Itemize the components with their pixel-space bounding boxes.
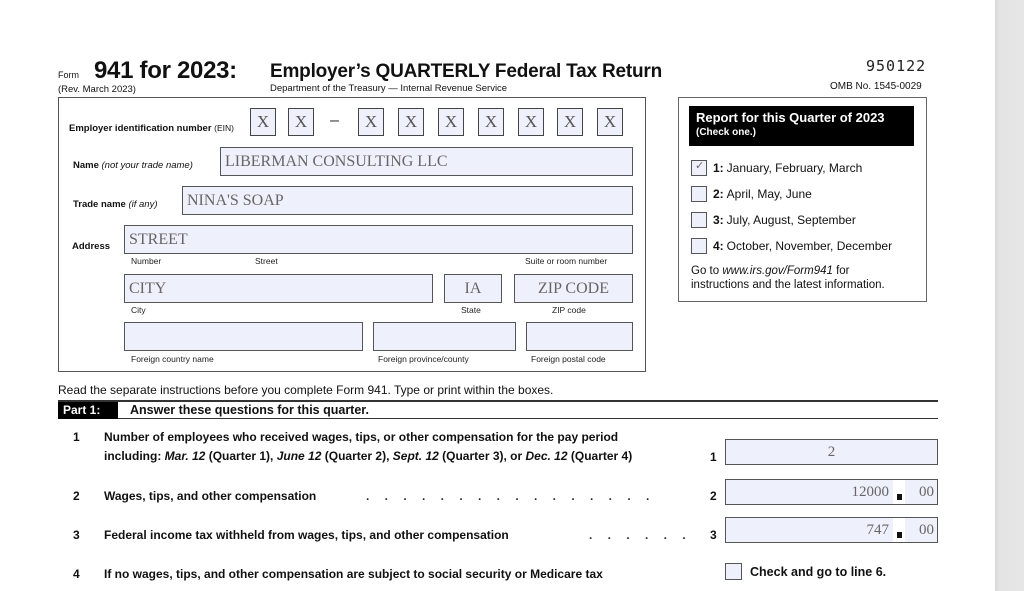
line-3-number: 3: [73, 528, 80, 542]
irs-link[interactable]: www.irs.gov/Form941: [722, 265, 833, 277]
foreign-province-sublabel: Foreign province/county: [378, 354, 469, 364]
line-3-withholding-field[interactable]: 747 00: [725, 517, 938, 543]
line-1-value: 2: [827, 444, 836, 460]
line-4-check[interactable]: Check and go to line 6.: [725, 563, 886, 580]
quarter-subtitle: (Check one.): [696, 127, 757, 138]
viewer-side-panel: [995, 0, 1024, 591]
quarter-box: Report for this Quarter of 2023 (Check o…: [678, 97, 927, 302]
quarter-option-4[interactable]: 4: October, November, December: [691, 238, 892, 254]
form-page: Form 941 for 2023: Employer’s QUARTERLY …: [0, 0, 995, 591]
line-2-dollars: 12000: [851, 484, 890, 500]
quarter-note: Go to www.irs.gov/Form941 for instructio…: [691, 265, 885, 291]
revision-date: (Rev. March 2023): [58, 84, 136, 95]
line-2-cents: 00: [919, 484, 934, 500]
quarter-header: Report for this Quarter of 2023 (Check o…: [689, 106, 914, 146]
line-4-text: If no wages, tips, and other compensatio…: [104, 567, 603, 581]
form-title: Employer’s QUARTERLY Federal Tax Return: [270, 61, 663, 82]
state-sublabel: State: [461, 305, 481, 315]
quarter-2-checkbox[interactable]: [691, 186, 707, 202]
foreign-province-field[interactable]: [373, 322, 516, 351]
suite-sublabel: Suite or room number: [525, 256, 608, 266]
line-3-leader-dots: . . . . . .: [589, 528, 692, 542]
line-3-box-number: 3: [710, 528, 717, 542]
quarter-option-1[interactable]: ✓ 1: January, February, March: [691, 160, 862, 176]
street-sublabel: Street: [255, 256, 278, 266]
ein-dash: –: [330, 112, 339, 129]
form-code: 950122: [866, 57, 927, 75]
foreign-postal-sublabel: Foreign postal code: [531, 354, 606, 364]
ein-digit-7[interactable]: X: [518, 108, 544, 136]
foreign-country-field[interactable]: [124, 322, 363, 351]
instructions-text: Read the separate instructions before yo…: [58, 383, 554, 397]
zip-field[interactable]: ZIP CODE: [514, 274, 633, 303]
line-1-text: Number of employees who received wages, …: [104, 430, 619, 444]
trade-name-field[interactable]: NINA'S SOAP: [182, 186, 633, 215]
ein-digit-6[interactable]: X: [478, 108, 504, 136]
line-3-dollars: 747: [866, 522, 890, 538]
quarter-option-3[interactable]: 3: July, August, September: [691, 212, 856, 228]
foreign-country-sublabel: Foreign country name: [131, 354, 214, 364]
part1-title: Answer these questions for this quarter.: [130, 403, 369, 417]
quarter-title: Report for this Quarter of 2023: [696, 110, 885, 125]
name-field[interactable]: LIBERMAN CONSULTING LLC: [220, 147, 633, 176]
ein-label: Employer identification number (EIN): [69, 123, 235, 134]
check-icon: ✓: [695, 160, 705, 172]
street-field[interactable]: STREET: [124, 225, 633, 254]
quarter-option-2[interactable]: 2: April, May, June: [691, 186, 812, 202]
part1-tag: Part 1:: [58, 402, 118, 419]
line-4-checkbox[interactable]: [725, 563, 742, 580]
line-3-cents: 00: [919, 522, 934, 538]
address-label: Address: [72, 241, 111, 252]
omb-number: OMB No. 1545-0029: [830, 81, 922, 92]
line-2-box-number: 2: [710, 489, 717, 503]
line-2-leader-dots: . . . . . . . . . . . . . . . .: [366, 489, 656, 503]
form-number: 941 for 2023:: [94, 57, 237, 84]
city-field[interactable]: CITY: [124, 274, 433, 303]
line-2-wages-field[interactable]: 12000 00: [725, 479, 938, 505]
quarter-4-checkbox[interactable]: [691, 238, 707, 254]
line-2-number: 2: [73, 489, 80, 503]
state-field[interactable]: IA: [444, 274, 502, 303]
line-1-text-2: including: Mar. 12 (Quarter 1), June 12 …: [104, 449, 633, 463]
line-1-box-number: 1: [710, 450, 717, 464]
form-word: Form: [58, 70, 79, 80]
line-1-number: 1: [73, 430, 80, 444]
ein-digit-9[interactable]: X: [597, 108, 623, 136]
line-4-check-label: Check and go to line 6.: [750, 564, 887, 579]
quarter-3-checkbox[interactable]: [691, 212, 707, 228]
department-label: Department of the Treasury — Internal Re…: [270, 83, 508, 94]
ein-digit-3[interactable]: X: [358, 108, 384, 136]
part1-header: Part 1: Answer these questions for this …: [58, 402, 938, 419]
ein-digit-8[interactable]: X: [557, 108, 583, 136]
ein-digit-5[interactable]: X: [438, 108, 464, 136]
decimal-point: [897, 532, 902, 538]
city-sublabel: City: [131, 305, 146, 315]
line-4-number: 4: [73, 567, 80, 581]
foreign-postal-field[interactable]: [526, 322, 633, 351]
trade-name-label: Trade name (if any): [73, 199, 158, 210]
ein-digit-2[interactable]: X: [288, 108, 314, 136]
line-1-employee-count-field[interactable]: 2: [725, 439, 938, 465]
ein-digit-1[interactable]: X: [250, 108, 276, 136]
line-2-text: Wages, tips, and other compensation: [104, 489, 317, 503]
zip-sublabel: ZIP code: [552, 305, 586, 315]
number-sublabel: Number: [131, 256, 162, 266]
line-3-text: Federal income tax withheld from wages, …: [104, 528, 509, 542]
quarter-1-checkbox[interactable]: ✓: [691, 160, 707, 176]
ein-digit-4[interactable]: X: [398, 108, 424, 136]
name-label: Name (not your trade name): [73, 160, 193, 171]
decimal-point: [897, 494, 902, 500]
